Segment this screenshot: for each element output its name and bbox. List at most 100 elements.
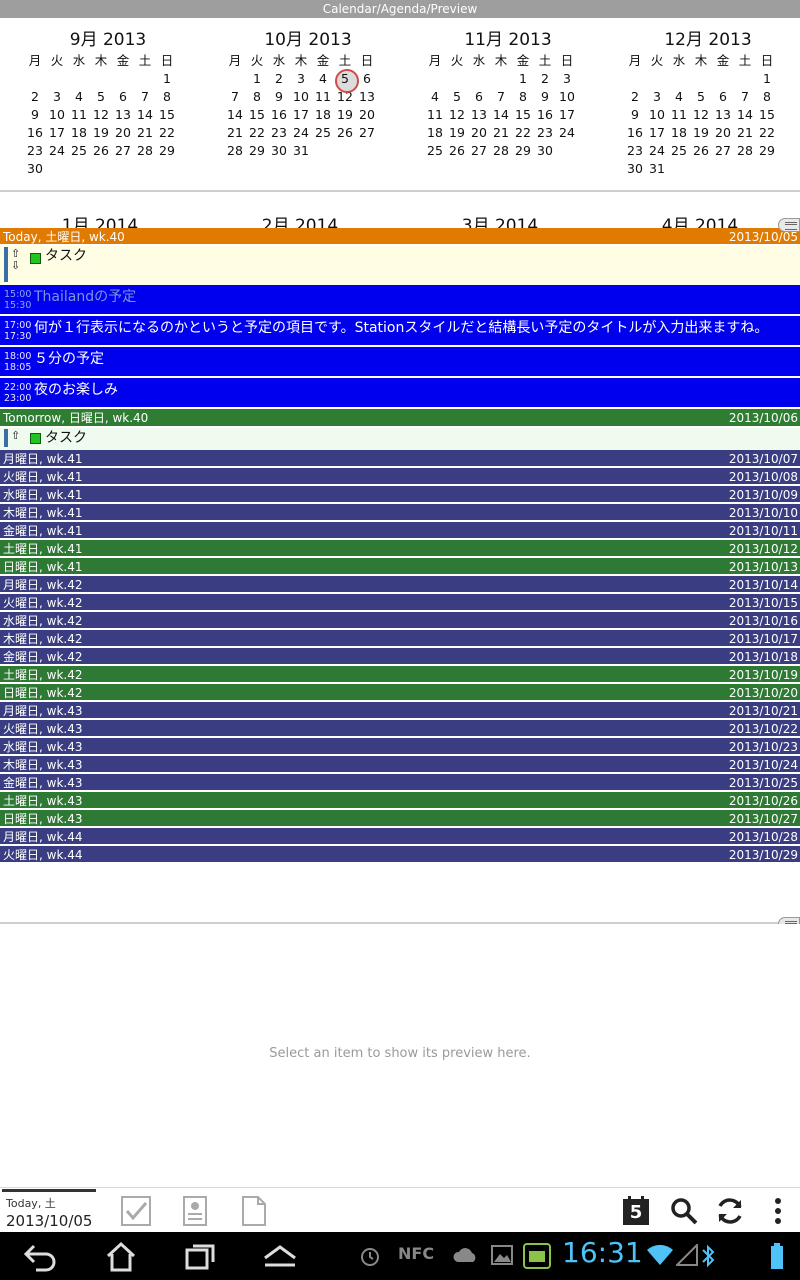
calendar-day[interactable]: 31 xyxy=(290,142,312,160)
calendar-day[interactable]: 7 xyxy=(490,88,512,106)
day-header[interactable]: 木曜日, wk.42 2013/10/17 xyxy=(0,630,800,648)
calendar-day[interactable]: 29 xyxy=(246,142,268,160)
calendar-day[interactable]: 6 xyxy=(356,70,378,88)
calendar-day[interactable]: 31 xyxy=(646,160,668,178)
day-header[interactable]: 水曜日, wk.43 2013/10/23 xyxy=(0,738,800,756)
today-button[interactable]: Today, 土 2013/10/05 xyxy=(2,1189,96,1231)
calendar-day[interactable]: 20 xyxy=(712,124,734,142)
calendar-day[interactable]: 28 xyxy=(734,142,756,160)
calendar-day[interactable]: 19 xyxy=(690,124,712,142)
calendar-day[interactable]: 4 xyxy=(312,70,334,88)
calendar-day[interactable]: 27 xyxy=(356,124,378,142)
calendar-day[interactable]: 7 xyxy=(224,88,246,106)
calendar-day[interactable]: 29 xyxy=(512,142,534,160)
calendar-day[interactable]: 18 xyxy=(668,124,690,142)
calendar-day[interactable]: 7 xyxy=(734,88,756,106)
calendar-day[interactable]: 15 xyxy=(246,106,268,124)
calendar-day[interactable]: 16 xyxy=(534,106,556,124)
event-item[interactable]: 17:00 17:30 何が１行表示になるのかというと予定の項目です。Station… xyxy=(0,316,800,347)
calendar-day[interactable]: 28 xyxy=(134,142,156,160)
calendar-day[interactable]: 22 xyxy=(246,124,268,142)
calendar-day[interactable]: 16 xyxy=(624,124,646,142)
month-title[interactable]: 10月 2013 xyxy=(224,28,392,52)
calendar-day[interactable]: 28 xyxy=(490,142,512,160)
event-item[interactable]: 22:00 23:00 夜のお楽しみ xyxy=(0,378,800,409)
calendar-day[interactable]: 30 xyxy=(624,160,646,178)
calendar-day[interactable]: 11 xyxy=(312,88,334,106)
contacts-icon[interactable] xyxy=(180,1195,212,1227)
calendar-day[interactable]: 23 xyxy=(268,124,290,142)
calendar-day[interactable]: 2 xyxy=(534,70,556,88)
calendar-day[interactable]: 23 xyxy=(24,142,46,160)
calendar-day[interactable]: 7 xyxy=(134,88,156,106)
calendar-day[interactable]: 24 xyxy=(646,142,668,160)
day-header[interactable]: 月曜日, wk.42 2013/10/14 xyxy=(0,576,800,594)
calendar-day[interactable]: 1 xyxy=(756,70,778,88)
calendar-day[interactable]: 11 xyxy=(668,106,690,124)
calendar-day[interactable]: 17 xyxy=(46,124,68,142)
calendar-day[interactable]: 10 xyxy=(290,88,312,106)
calendar-day[interactable]: 8 xyxy=(246,88,268,106)
calendar-day[interactable]: 22 xyxy=(512,124,534,142)
calendar-day[interactable]: 12 xyxy=(446,106,468,124)
calendar-day[interactable]: 2 xyxy=(268,70,290,88)
calendar-day[interactable]: 5 xyxy=(90,88,112,106)
calendar-day[interactable]: 13 xyxy=(468,106,490,124)
calendar-day[interactable]: 19 xyxy=(446,124,468,142)
task-checkbox[interactable] xyxy=(30,433,41,444)
day-header[interactable]: 水曜日, wk.41 2013/10/09 xyxy=(0,486,800,504)
calendar-day[interactable]: 1 xyxy=(512,70,534,88)
home-icon[interactable] xyxy=(104,1240,138,1278)
day-header[interactable]: 金曜日, wk.41 2013/10/11 xyxy=(0,522,800,540)
calendar-day[interactable]: 27 xyxy=(468,142,490,160)
calendar-day[interactable]: 17 xyxy=(290,106,312,124)
calendar-day[interactable]: 25 xyxy=(668,142,690,160)
day-header[interactable]: 土曜日, wk.42 2013/10/19 xyxy=(0,666,800,684)
day-header[interactable]: 火曜日, wk.42 2013/10/15 xyxy=(0,594,800,612)
search-icon[interactable] xyxy=(668,1195,700,1227)
day-header[interactable]: 水曜日, wk.42 2013/10/16 xyxy=(0,612,800,630)
day-header[interactable]: 月曜日, wk.43 2013/10/21 xyxy=(0,702,800,720)
calendar-day[interactable]: 22 xyxy=(756,124,778,142)
calendar-day[interactable]: 10 xyxy=(46,106,68,124)
calendar-day[interactable]: 9 xyxy=(624,106,646,124)
day-header[interactable]: 土曜日, wk.41 2013/10/12 xyxy=(0,540,800,558)
calendar-day[interactable]: 18 xyxy=(424,124,446,142)
calendar-day[interactable]: 25 xyxy=(424,142,446,160)
calendar-day[interactable]: 20 xyxy=(112,124,134,142)
calendar-day[interactable]: 29 xyxy=(156,142,178,160)
calendar-day[interactable]: 9 xyxy=(534,88,556,106)
calendar-day[interactable]: 3 xyxy=(46,88,68,106)
calendar-day[interactable]: 17 xyxy=(646,124,668,142)
calendar-day[interactable]: 14 xyxy=(490,106,512,124)
day-header[interactable]: 月曜日, wk.41 2013/10/07 xyxy=(0,450,800,468)
task-item[interactable]: ⇧ ⇩ タスク xyxy=(0,246,800,285)
calendar-day[interactable]: 26 xyxy=(334,124,356,142)
calendar-day[interactable]: 6 xyxy=(468,88,490,106)
calendar-day[interactable]: 23 xyxy=(534,124,556,142)
calendar-day[interactable]: 4 xyxy=(68,88,90,106)
day-header[interactable]: 火曜日, wk.44 2013/10/29 xyxy=(0,846,800,864)
calendar-day[interactable]: 26 xyxy=(90,142,112,160)
calendar-day[interactable]: 30 xyxy=(268,142,290,160)
calendar-day[interactable]: 4 xyxy=(424,88,446,106)
day-header[interactable]: 木曜日, wk.41 2013/10/10 xyxy=(0,504,800,522)
calendar-day[interactable]: 9 xyxy=(268,88,290,106)
calendar-day[interactable]: 26 xyxy=(690,142,712,160)
agenda-top-resize-handle[interactable] xyxy=(778,218,800,232)
calendar-day[interactable]: 5 xyxy=(446,88,468,106)
calendar-day[interactable]: 29 xyxy=(756,142,778,160)
calendar-day[interactable]: 21 xyxy=(134,124,156,142)
calendar-day[interactable]: 27 xyxy=(712,142,734,160)
calendar-day[interactable]: 25 xyxy=(68,142,90,160)
day-header[interactable]: 日曜日, wk.43 2013/10/27 xyxy=(0,810,800,828)
day-header-tomorrow[interactable]: Tomorrow, 日曜日, wk.40 2013/10/06 xyxy=(0,409,800,428)
check-icon[interactable] xyxy=(120,1195,152,1227)
calendar-day[interactable]: 27 xyxy=(112,142,134,160)
month-title[interactable]: 12月 2013 xyxy=(624,28,792,52)
calendar-day[interactable]: 23 xyxy=(624,142,646,160)
overflow-menu-icon[interactable] xyxy=(762,1195,794,1227)
calendar-day[interactable]: 26 xyxy=(446,142,468,160)
calendar-day[interactable]: 17 xyxy=(556,106,578,124)
calendar-day[interactable]: 1 xyxy=(246,70,268,88)
